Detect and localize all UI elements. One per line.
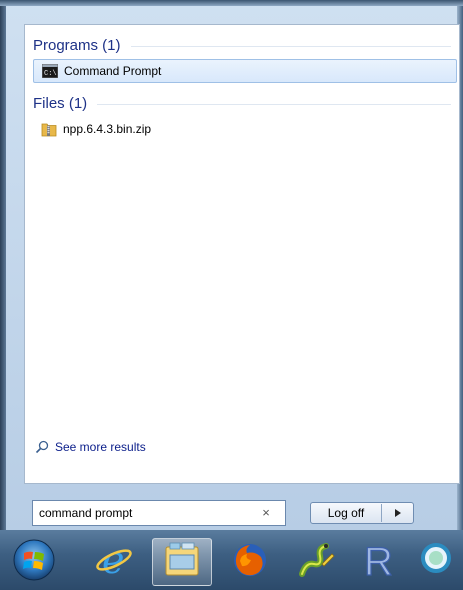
search-magnifier-icon xyxy=(414,540,454,585)
r-icon: R xyxy=(360,539,396,585)
search-results-pane: Programs (1) C:\ Command Prompt Files (1… xyxy=(24,24,460,484)
files-group-header[interactable]: Files (1) xyxy=(33,93,451,113)
start-menu-left-border xyxy=(0,6,6,530)
taskbar-search-app[interactable] xyxy=(414,538,463,586)
taskbar-internet-explorer[interactable]: e xyxy=(88,538,140,586)
zip-folder-icon xyxy=(41,121,57,137)
python-idle-icon xyxy=(296,540,336,585)
result-item-label: Command Prompt xyxy=(64,64,162,78)
file-explorer-icon xyxy=(162,541,202,584)
taskbar: e R xyxy=(0,530,463,590)
svg-text:e: e xyxy=(102,540,125,580)
taskbar-firefox[interactable] xyxy=(224,538,276,586)
internet-explorer-icon: e xyxy=(94,538,134,585)
group-divider xyxy=(130,45,451,47)
see-more-results-label: See more results xyxy=(55,440,146,454)
taskbar-python-idle[interactable] xyxy=(290,538,342,586)
start-button[interactable] xyxy=(8,538,60,586)
firefox-icon xyxy=(231,541,269,584)
start-menu: Programs (1) C:\ Command Prompt Files (1… xyxy=(0,0,463,530)
cmd-icon: C:\ xyxy=(42,64,58,78)
start-search-box: × xyxy=(32,500,286,526)
svg-text:R: R xyxy=(364,540,393,580)
taskbar-r[interactable]: R xyxy=(352,538,404,586)
result-item-command-prompt[interactable]: C:\ Command Prompt xyxy=(33,59,457,83)
search-icon xyxy=(35,440,49,454)
result-item-label: npp.6.4.3.bin.zip xyxy=(63,122,152,136)
result-item-npp-zip[interactable]: npp.6.4.3.bin.zip xyxy=(33,117,457,141)
logoff-button[interactable]: Log off xyxy=(311,506,381,520)
search-input[interactable] xyxy=(39,506,259,520)
svg-text:C:\: C:\ xyxy=(44,70,57,78)
power-options-arrow-icon[interactable] xyxy=(382,509,413,517)
programs-group-label: Programs (1) xyxy=(33,36,121,54)
clear-search-icon[interactable]: × xyxy=(259,505,273,521)
start-menu-top-border xyxy=(0,0,463,6)
group-divider xyxy=(97,103,451,105)
logoff-split-button: Log off xyxy=(310,502,414,524)
taskbar-file-explorer[interactable] xyxy=(152,538,212,586)
files-group-label: Files (1) xyxy=(33,94,88,112)
programs-group-header[interactable]: Programs (1) xyxy=(33,35,451,55)
windows-start-orb-icon xyxy=(12,538,56,587)
see-more-results-link[interactable]: See more results xyxy=(35,437,146,457)
